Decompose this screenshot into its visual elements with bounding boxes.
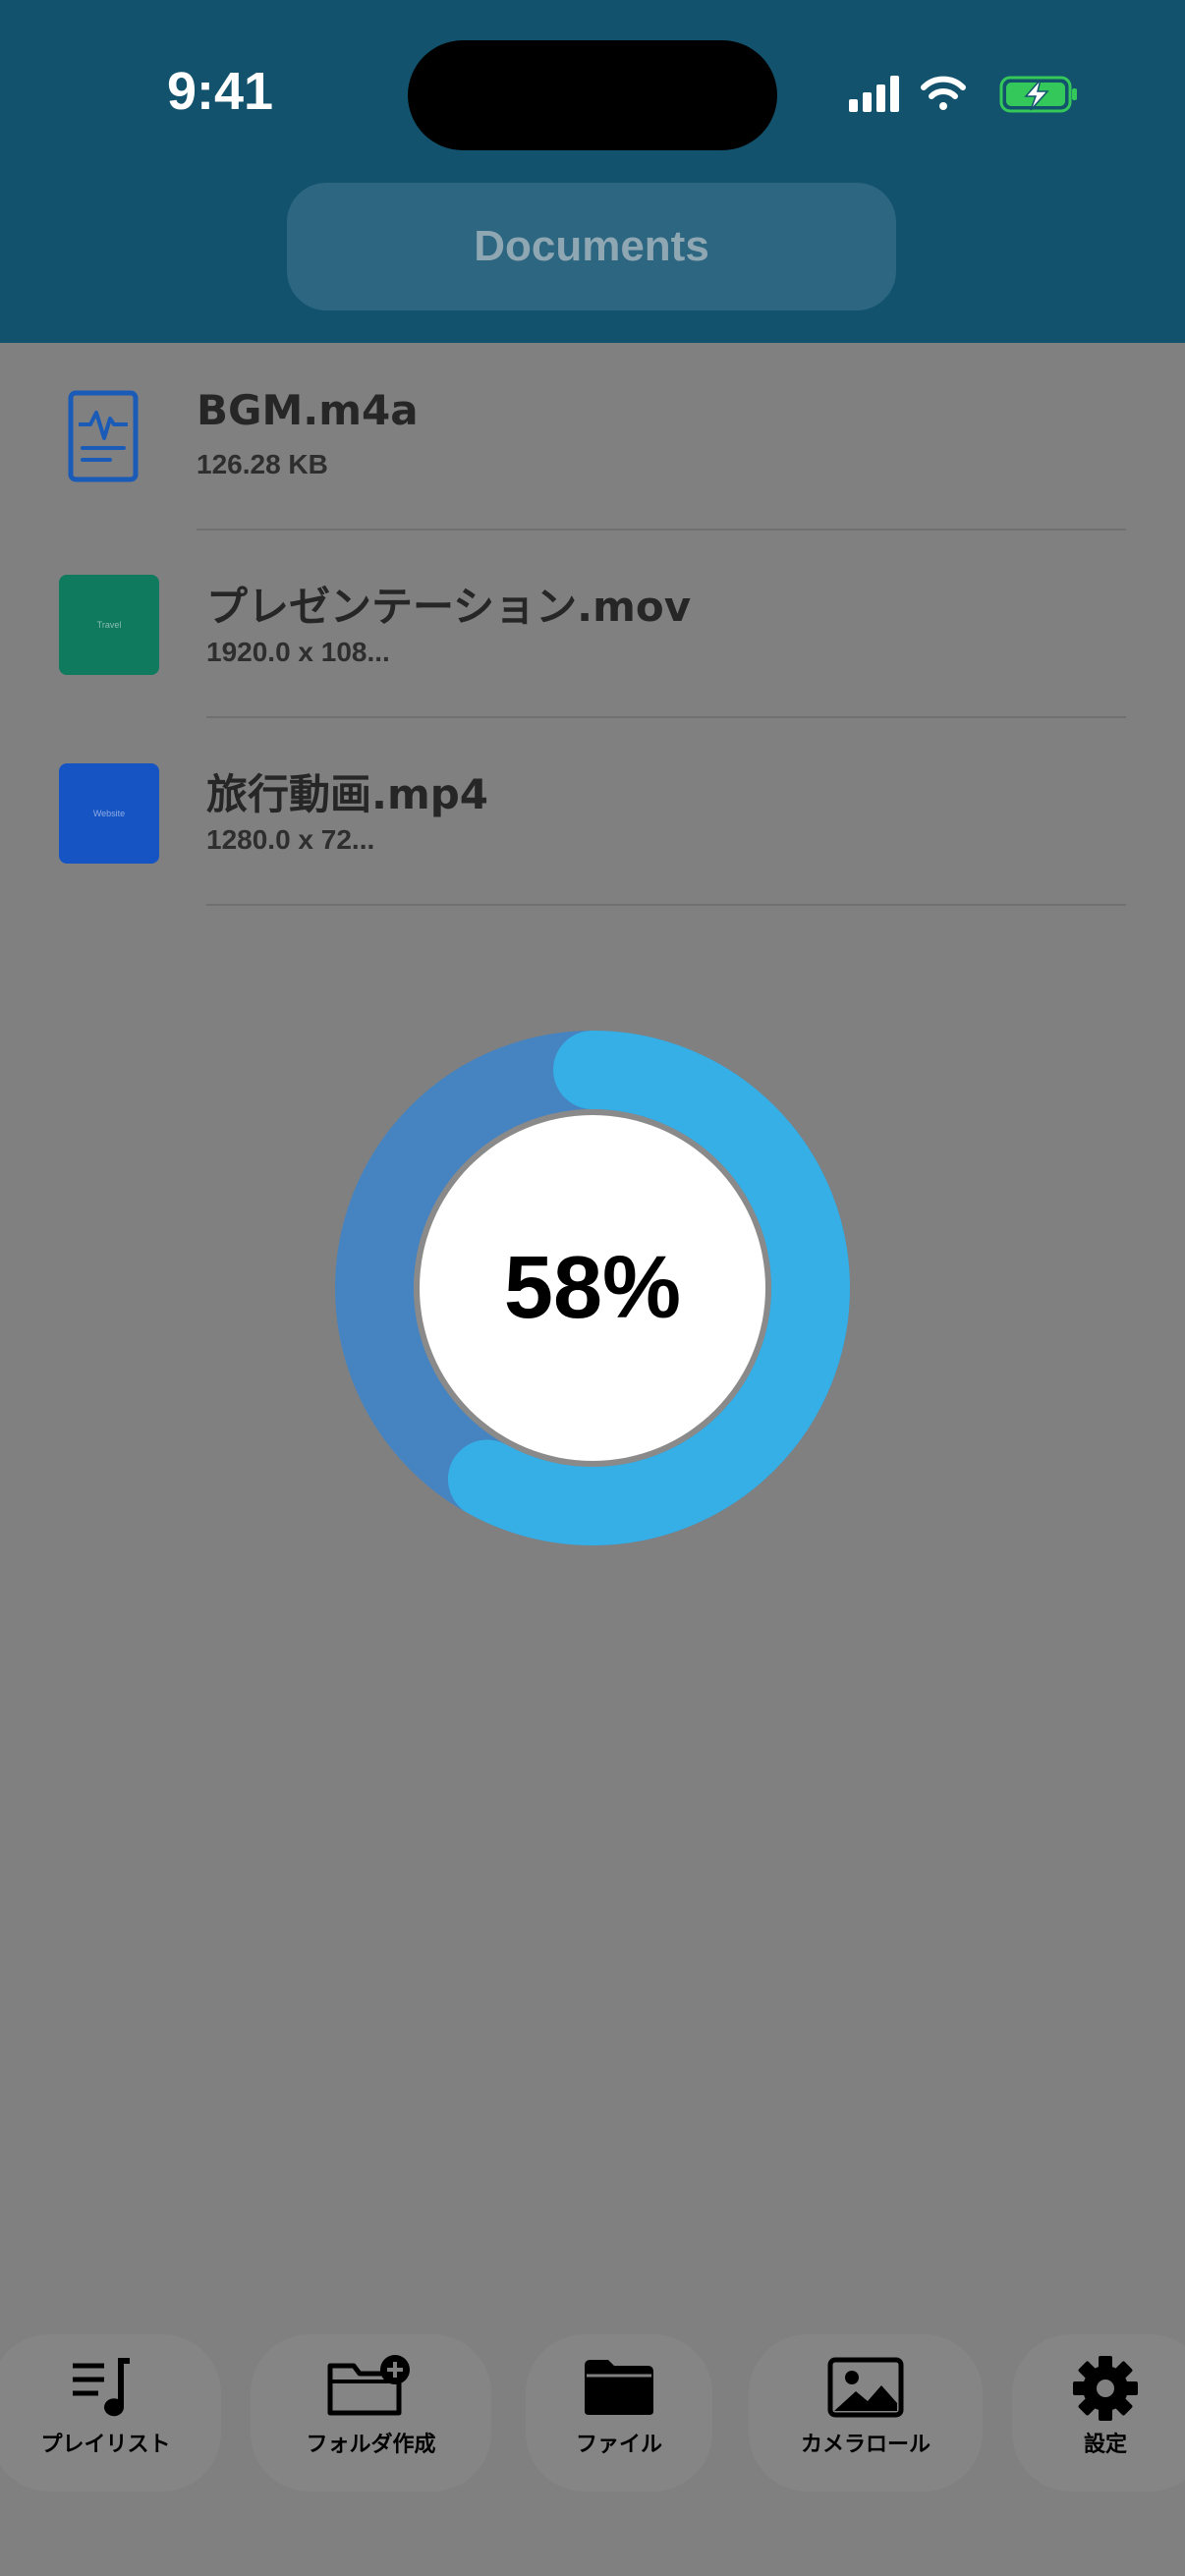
video-thumbnail: Website [59, 763, 159, 864]
tab-settings[interactable]: 設定 [1012, 2334, 1185, 2492]
divider [206, 904, 1126, 906]
audio-document-icon [68, 390, 139, 482]
navigation-header: 9:41 Documents [0, 0, 1185, 343]
dynamic-island [408, 40, 777, 150]
tab-label: 設定 [1083, 2433, 1127, 2457]
page-title: Documents [474, 222, 709, 270]
wifi-icon [921, 76, 966, 110]
file-detail: 1280.0 x 72... [206, 824, 375, 855]
tab-label: カメラロール [800, 2433, 931, 2457]
thumbnail-text: Travel [96, 620, 122, 630]
thumbnail-text: Website [92, 809, 126, 818]
title-segment[interactable]: Documents [287, 183, 896, 310]
status-icons [849, 76, 1077, 113]
tab-create-folder[interactable]: フォルダ作成 [251, 2334, 491, 2492]
video-thumbnail: Travel [59, 575, 159, 675]
progress-percentage: 58% [503, 1238, 682, 1337]
tab-playlist[interactable]: プレイリスト [0, 2334, 221, 2492]
list-item-presentation[interactable]: Travel プレゼンテーション.mov 1920.0 x 108... [0, 531, 1185, 718]
tab-label: フォルダ作成 [306, 2433, 436, 2457]
cellular-signal-icon [849, 76, 899, 112]
bottom-tab-bar: プレイリスト フォルダ作成 ファイル カメラロール 設定 [0, 2334, 1185, 2576]
list-item-bgm[interactable]: BGM.m4a 126.28 KB [0, 343, 1185, 531]
gear-icon [1073, 2356, 1138, 2421]
photo-icon [827, 2357, 904, 2418]
folder-add-icon [327, 2355, 410, 2416]
tab-camera-roll[interactable]: カメラロール [749, 2334, 983, 2492]
file-name: BGM.m4a [197, 386, 419, 434]
battery-charging-icon [999, 76, 1077, 113]
status-time: 9:41 [167, 62, 274, 121]
tab-label: プレイリスト [40, 2433, 171, 2457]
file-detail: 1920.0 x 108... [206, 637, 390, 667]
list-item-travel-video[interactable]: Website 旅行動画.mp4 1280.0 x 72... [0, 718, 1185, 906]
file-name: 旅行動画.mp4 [206, 770, 489, 818]
progress-indicator: 58% [334, 1030, 851, 1546]
folder-icon [585, 2360, 653, 2415]
playlist-music-icon [72, 2358, 130, 2417]
file-detail: 126.28 KB [197, 449, 328, 479]
tab-files[interactable]: ファイル [526, 2334, 712, 2492]
file-name: プレゼンテーション.mov [206, 583, 692, 631]
tab-label: ファイル [575, 2433, 662, 2457]
